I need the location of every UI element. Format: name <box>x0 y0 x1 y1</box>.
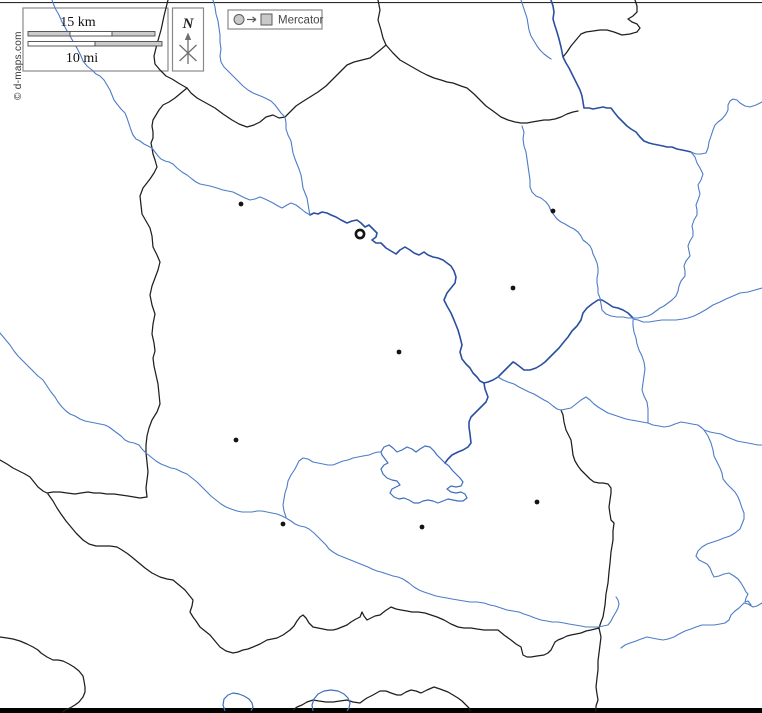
north-compass: N <box>180 16 197 64</box>
bottom-black-bar <box>0 708 762 713</box>
projection-legend: Mercator <box>234 14 324 27</box>
city-dot <box>551 209 556 214</box>
capital-city-marker <box>356 230 364 238</box>
city-dot <box>420 525 425 530</box>
city-dot <box>234 438 239 443</box>
map-page: 15 km 10 mi N Merca <box>0 0 762 713</box>
main-rivers <box>310 0 691 463</box>
projection-circle-icon <box>234 15 244 25</box>
city-dot <box>281 522 286 527</box>
projection-arrow-icon <box>247 17 256 22</box>
copyright-text: © d-maps.com <box>13 31 24 100</box>
projection-square-icon <box>261 14 272 25</box>
scale-km-label: 15 km <box>60 15 96 30</box>
boundary-lines <box>0 0 640 712</box>
city-dot <box>535 500 540 505</box>
outline-map: 15 km 10 mi N Merca <box>0 0 762 713</box>
water-bodies <box>223 445 467 711</box>
scale-bar: 15 km 10 mi <box>28 15 162 66</box>
city-dot <box>397 350 402 355</box>
city-dot <box>511 286 516 291</box>
compass-rose-icon <box>180 33 197 65</box>
city-dot <box>239 202 244 207</box>
north-label: N <box>182 16 195 32</box>
scale-mi-label: 10 mi <box>66 51 98 66</box>
projection-label: Mercator <box>278 15 324 27</box>
top-border-line <box>0 2 762 3</box>
rivers <box>0 0 762 648</box>
